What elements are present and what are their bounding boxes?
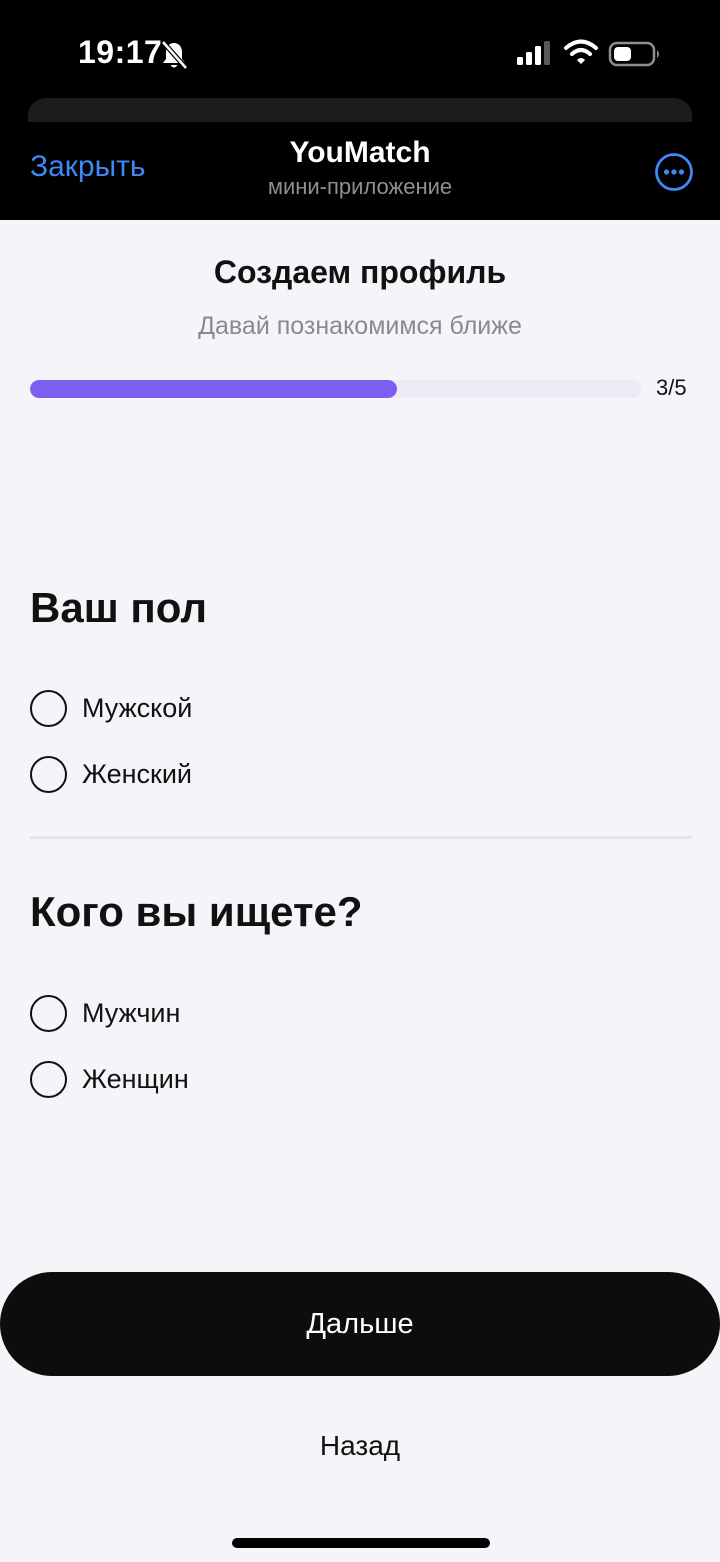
radio-button[interactable] [30,689,67,727]
page-subtitle: Давай познакомимся ближе [198,312,522,340]
page-title: Создаем профиль [213,254,507,290]
divider [30,836,692,839]
progress-fill [30,380,398,398]
top-bar: 19:17 Закрыть YouMatch мини-приложение [0,0,720,220]
sheet-top [28,98,692,122]
home-indicator [232,1538,490,1548]
radio-label: Женский [82,758,193,789]
progress-bar [30,380,642,398]
bell-slash-icon [161,40,188,70]
cellular-signal-icon [517,41,550,65]
gender-section-title: Ваш пол [30,584,208,631]
gender-option-male[interactable]: Мужской [30,688,192,728]
radio-button[interactable] [30,1060,67,1098]
radio-label: Женщин [82,1063,189,1094]
screen: 19:17 Закрыть YouMatch мини-приложение С… [0,0,720,1562]
radio-label: Мужской [82,692,193,723]
progress-label: 3/5 [656,375,687,400]
app-subtitle: мини-приложение [267,174,453,199]
more-circle-icon[interactable] [654,152,694,192]
seeking-option-men[interactable]: Мужчин [30,993,180,1033]
wifi-icon [564,39,598,64]
radio-label: Мужчин [82,997,181,1028]
back-button[interactable]: Назад [0,1430,720,1462]
radio-button[interactable] [30,755,67,793]
radio-button[interactable] [30,994,67,1032]
battery-icon [608,41,659,67]
next-button[interactable]: Дальше [0,1272,720,1376]
gender-option-female[interactable]: Женский [30,754,192,794]
app-title: YouMatch [289,136,431,169]
seeking-section-title: Кого вы ищете? [30,888,363,935]
status-time: 19:17 [78,34,163,70]
seeking-option-women[interactable]: Женщин [30,1059,189,1099]
